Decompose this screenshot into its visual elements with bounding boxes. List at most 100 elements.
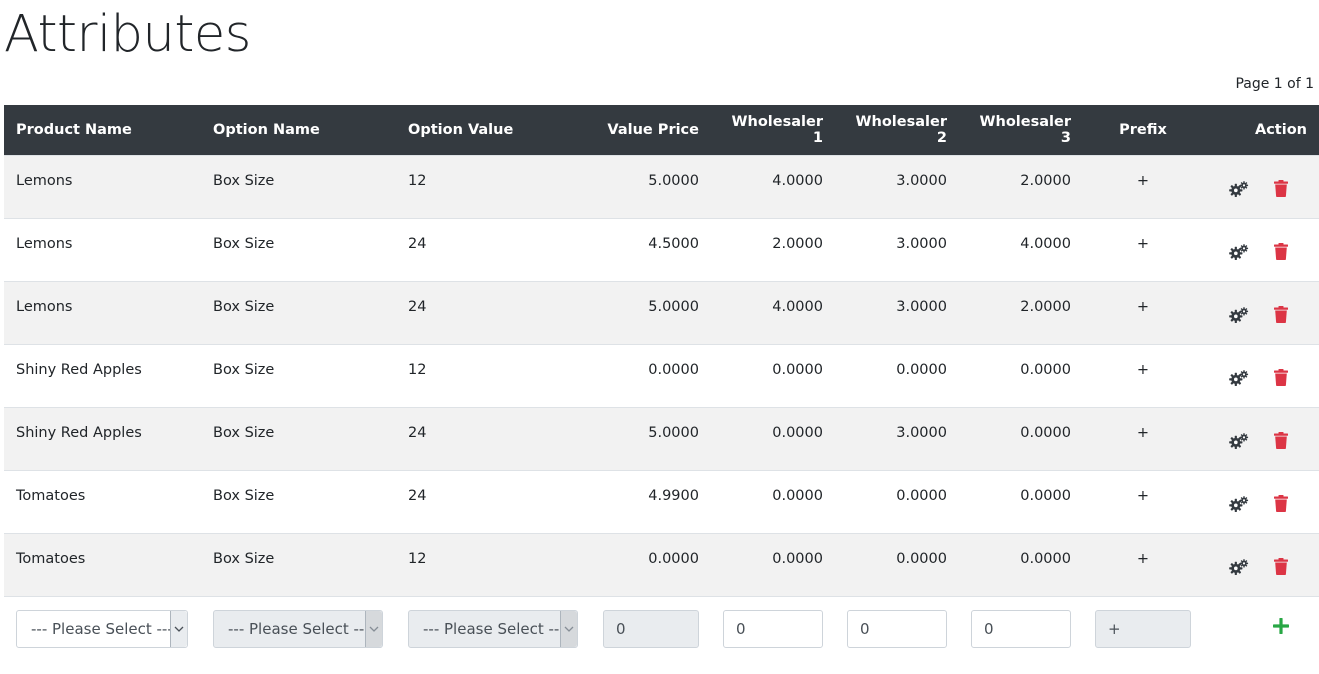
trash-icon[interactable]: [1271, 305, 1291, 325]
table-row: Shiny Red Apples Box Size 12 0.0000 0.0000 0.…: [4, 343, 1319, 407]
trash-icon[interactable]: [1271, 242, 1291, 262]
cell-prefix: +: [1083, 217, 1203, 281]
table-row: Lemons Box Size 24 4.5000 2.0000 3.0000 4.0000…: [4, 217, 1319, 281]
cell-wholesaler-2: 0.0000: [835, 343, 959, 407]
cell-value-price: 4.5000: [591, 217, 711, 281]
header-option-value: Option Value: [396, 105, 591, 155]
cell-wholesaler-2: 3.0000: [835, 280, 959, 344]
wholesaler-2-input[interactable]: 0: [847, 609, 947, 648]
cell-wholesaler-2: 0.0000: [835, 469, 959, 533]
cell-wholesaler-1: 2.0000: [711, 217, 835, 281]
cell-action: [1203, 469, 1319, 533]
cell-action: [1203, 406, 1319, 470]
header-wholesaler-3: Wholesaler 3: [959, 105, 1083, 155]
gears-icon[interactable]: [1229, 242, 1249, 262]
trash-icon[interactable]: [1271, 557, 1291, 577]
value-price-input[interactable]: 0: [603, 609, 699, 648]
cell-action: [1203, 343, 1319, 407]
header-prefix: Prefix: [1083, 105, 1203, 155]
cell-option-name: Box Size: [201, 343, 396, 407]
wholesaler-1-input[interactable]: 0: [723, 609, 823, 648]
header-wholesaler-1: Wholesaler 1: [711, 105, 835, 155]
gears-icon[interactable]: [1229, 557, 1249, 577]
cell-option-name: Box Size: [201, 406, 396, 470]
gears-icon[interactable]: [1229, 179, 1249, 199]
cell-option-value: 24: [396, 469, 591, 533]
cell-option-value: 12: [396, 532, 591, 596]
table-header-row: Product Name Option Name Option Value Va…: [4, 105, 1319, 155]
gears-icon[interactable]: [1229, 368, 1249, 388]
table-row: Tomatoes Box Size 12 0.0000 0.0000 0.0000 0.00…: [4, 532, 1319, 596]
chevron-down-icon: [560, 610, 577, 647]
cell-action: [1203, 217, 1319, 281]
gears-icon[interactable]: [1229, 494, 1249, 514]
trash-icon[interactable]: [1271, 431, 1291, 451]
cell-wholesaler-1: 0.0000: [711, 406, 835, 470]
cell-wholesaler-3: 2.0000: [959, 280, 1083, 344]
cell-value-price: 0.0000: [591, 532, 711, 596]
cell-action: [1203, 280, 1319, 344]
cell-value-price: 5.0000: [591, 406, 711, 470]
cell-product-name: Shiny Red Apples: [4, 343, 201, 407]
cell-option-value: 12: [396, 343, 591, 407]
cell-wholesaler-3: 4.0000: [959, 217, 1083, 281]
wholesaler-3-input[interactable]: 0: [971, 609, 1071, 648]
cell-prefix: +: [1083, 406, 1203, 470]
header-product-name: Product Name: [4, 105, 201, 155]
cell-option-name: Box Size: [201, 154, 396, 218]
cell-product-name: Tomatoes: [4, 469, 201, 533]
gears-icon[interactable]: [1229, 431, 1249, 451]
cell-option-name: Box Size: [201, 217, 396, 281]
cell-wholesaler-3: 2.0000: [959, 154, 1083, 218]
cell-option-value: 12: [396, 154, 591, 218]
cell-product-name: Lemons: [4, 154, 201, 218]
cell-wholesaler-2: 3.0000: [835, 406, 959, 470]
cell-option-name: Box Size: [201, 280, 396, 344]
table-row: Shiny Red Apples Box Size 24 5.0000 0.0000 3.…: [4, 406, 1319, 470]
cell-value-price: 4.9900: [591, 469, 711, 533]
trash-icon[interactable]: [1271, 494, 1291, 514]
gears-icon[interactable]: [1229, 305, 1249, 325]
cell-product-name: Lemons: [4, 280, 201, 344]
chevron-down-icon: [365, 610, 382, 647]
cell-product-name: Lemons: [4, 217, 201, 281]
cell-action: [1203, 532, 1319, 596]
option-value-select-value: --- Please Select ---: [423, 619, 565, 638]
header-option-name: Option Name: [201, 105, 396, 155]
prefix-input[interactable]: +: [1095, 609, 1191, 648]
option-value-select[interactable]: --- Please Select ---: [408, 609, 578, 648]
cell-wholesaler-3: 0.0000: [959, 343, 1083, 407]
trash-icon[interactable]: [1271, 368, 1291, 388]
trash-icon[interactable]: [1271, 179, 1291, 199]
cell-option-value: 24: [396, 406, 591, 470]
cell-wholesaler-3: 0.0000: [959, 532, 1083, 596]
header-value-price: Value Price: [591, 105, 711, 155]
cell-action: [1203, 154, 1319, 218]
cell-value-price: 5.0000: [591, 280, 711, 344]
cell-value-price: 5.0000: [591, 154, 711, 218]
cell-value-price: 0.0000: [591, 343, 711, 407]
product-select[interactable]: --- Please Select ---: [16, 609, 188, 648]
cell-wholesaler-1: 4.0000: [711, 280, 835, 344]
option-select[interactable]: --- Please Select ---: [213, 609, 383, 648]
cell-prefix: +: [1083, 343, 1203, 407]
cell-wholesaler-2: 0.0000: [835, 532, 959, 596]
new-attribute-row: --- Please Select --- --- Please Select …: [4, 595, 1319, 656]
header-wholesaler-2: Wholesaler 2: [835, 105, 959, 155]
cell-product-name: Tomatoes: [4, 532, 201, 596]
plus-icon[interactable]: [1271, 616, 1291, 636]
cell-wholesaler-2: 3.0000: [835, 217, 959, 281]
chevron-down-icon: [170, 610, 187, 647]
cell-wholesaler-3: 0.0000: [959, 406, 1083, 470]
option-select-value: --- Please Select ---: [228, 619, 370, 638]
table-row: Lemons Box Size 12 5.0000 4.0000 3.0000 2.0000…: [4, 154, 1319, 218]
cell-wholesaler-2: 3.0000: [835, 154, 959, 218]
cell-option-value: 24: [396, 280, 591, 344]
cell-wholesaler-1: 0.0000: [711, 343, 835, 407]
cell-prefix: +: [1083, 280, 1203, 344]
table-row: Tomatoes Box Size 24 4.9900 0.0000 0.0000 0.00…: [4, 469, 1319, 533]
cell-option-name: Box Size: [201, 532, 396, 596]
product-select-value: --- Please Select ---: [31, 619, 173, 638]
cell-wholesaler-3: 0.0000: [959, 469, 1083, 533]
pagination-info: Page 1 of 1: [1235, 76, 1314, 92]
